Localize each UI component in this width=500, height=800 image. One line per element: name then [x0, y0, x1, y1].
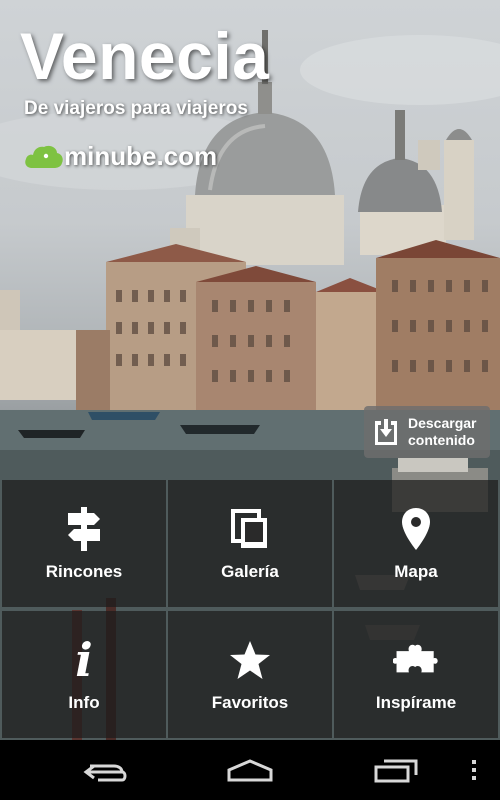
menu-label-mapa: Mapa	[394, 561, 438, 581]
menu-label-inspirame: Inspírame	[375, 692, 457, 712]
brand-name: minube.com	[64, 140, 218, 171]
download-icon	[375, 419, 397, 445]
puzzle-icon	[393, 637, 439, 683]
menu-tile-galeria[interactable]: Galería	[168, 480, 332, 607]
cloud-logo-icon	[25, 145, 63, 168]
signpost-icon	[61, 506, 107, 552]
download-label-line2: contenido	[408, 432, 475, 448]
tagline: De viajeros para viajeros	[24, 98, 248, 119]
menu-tile-inspirame[interactable]: Inspírame	[334, 611, 498, 738]
main-menu-grid: Rincones Galería Mapa i Info Favoritos I…	[2, 480, 498, 738]
download-label-line1: Descargar	[408, 415, 477, 431]
menu-tile-mapa[interactable]: Mapa	[334, 480, 498, 607]
back-icon[interactable]	[80, 750, 130, 790]
star-icon	[227, 637, 273, 683]
info-icon: i	[75, 632, 93, 687]
recent-apps-icon[interactable]	[370, 750, 422, 790]
system-navigation-bar	[0, 740, 500, 800]
menu-label-info: Info	[68, 692, 100, 712]
map-pin-icon	[393, 506, 439, 552]
menu-label-rincones: Rincones	[45, 561, 123, 581]
menu-label-galeria: Galería	[221, 561, 279, 581]
menu-tile-favoritos[interactable]: Favoritos	[168, 611, 332, 738]
menu-tile-info[interactable]: i Info	[2, 611, 166, 738]
city-title: Venecia	[20, 19, 270, 93]
overflow-menu-icon[interactable]	[466, 750, 482, 790]
minube-logo: minube.com	[24, 138, 217, 174]
menu-tile-rincones[interactable]: Rincones	[2, 480, 166, 607]
gallery-icon	[227, 506, 273, 552]
menu-label-favoritos: Favoritos	[211, 692, 289, 712]
download-content-button[interactable]: Descargar contenido	[364, 406, 490, 458]
home-icon[interactable]	[224, 750, 276, 790]
